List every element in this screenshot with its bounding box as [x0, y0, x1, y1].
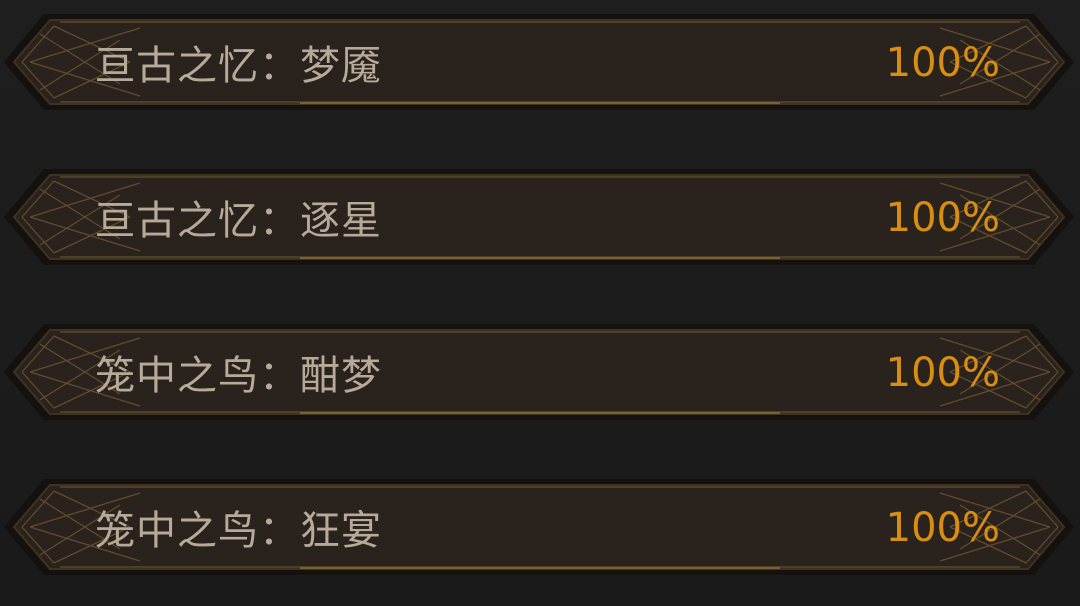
achievement-list: 亘古之忆：梦魇 100% 亘古之忆：逐星 100% 笼中之鸟：酣梦 100% 笼…: [0, 0, 1080, 606]
achievement-row-1[interactable]: 亘古之忆：梦魇 100%: [0, 4, 1080, 120]
achievement-name: 笼中之鸟：酣梦: [95, 353, 382, 399]
achievement-name: 亘古之忆：梦魇: [95, 43, 382, 89]
achievement-row-4[interactable]: 笼中之鸟：狂宴 100%: [0, 469, 1080, 585]
achievement-percent: 100%: [885, 194, 1000, 241]
achievement-row-3[interactable]: 笼中之鸟：酣梦 100%: [0, 314, 1080, 430]
achievement-percent: 100%: [885, 349, 1000, 396]
achievement-name: 亘古之忆：逐星: [95, 198, 382, 244]
achievement-percent: 100%: [885, 39, 1000, 86]
achievement-name: 笼中之鸟：狂宴: [95, 508, 382, 554]
achievement-row-2[interactable]: 亘古之忆：逐星 100%: [0, 159, 1080, 275]
achievement-percent: 100%: [885, 504, 1000, 551]
